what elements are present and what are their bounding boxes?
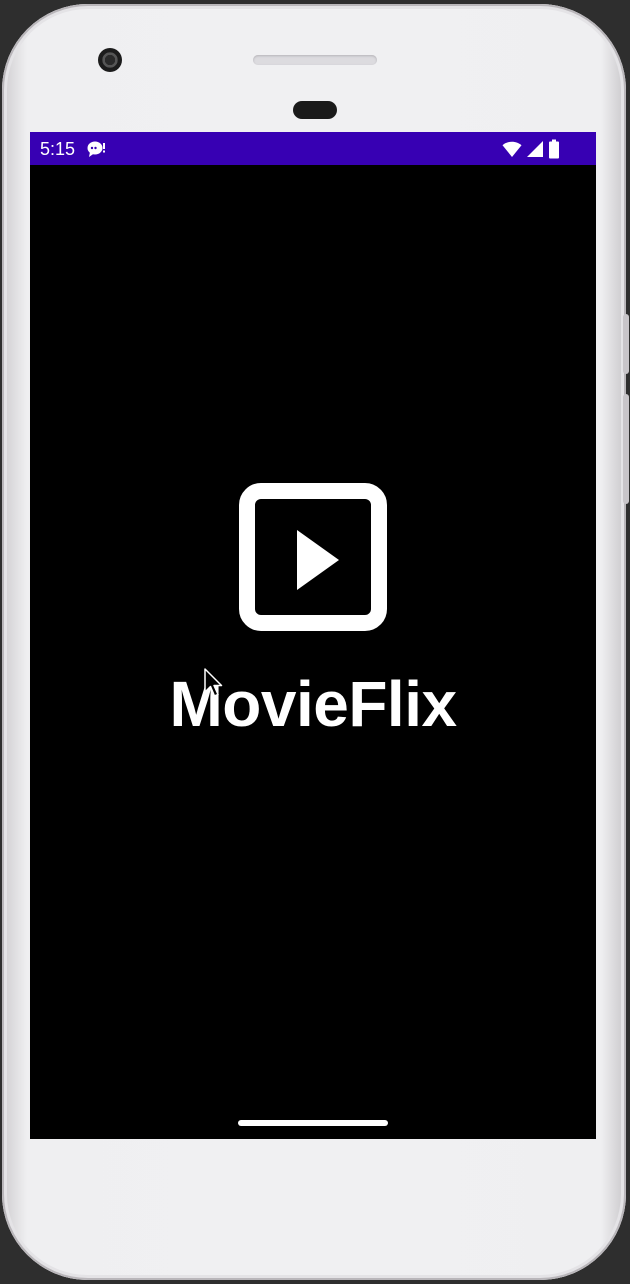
wifi-icon — [502, 141, 522, 157]
power-button[interactable] — [623, 314, 629, 374]
play-box-icon — [239, 483, 387, 631]
status-time: 5:15 — [40, 139, 76, 159]
battery-icon — [549, 139, 559, 159]
proximity-sensor — [293, 101, 337, 119]
cellular-signal-icon — [527, 141, 543, 157]
mouse-cursor-icon — [204, 668, 223, 697]
app-name-title: MovieFlix — [169, 668, 457, 740]
gesture-nav-handle[interactable] — [238, 1120, 388, 1126]
status-bar: 5:15 — [30, 132, 596, 165]
status-icons — [502, 139, 560, 159]
splash-screen: MovieFlix — [30, 132, 596, 1139]
notification-icon — [87, 141, 105, 157]
earpiece-speaker — [253, 55, 377, 65]
device-screen: MovieFlix 5:15 — [30, 132, 596, 1139]
emulator-frame: MovieFlix 5:15 — [0, 0, 630, 1284]
volume-button[interactable] — [623, 394, 629, 504]
front-camera — [98, 48, 122, 72]
